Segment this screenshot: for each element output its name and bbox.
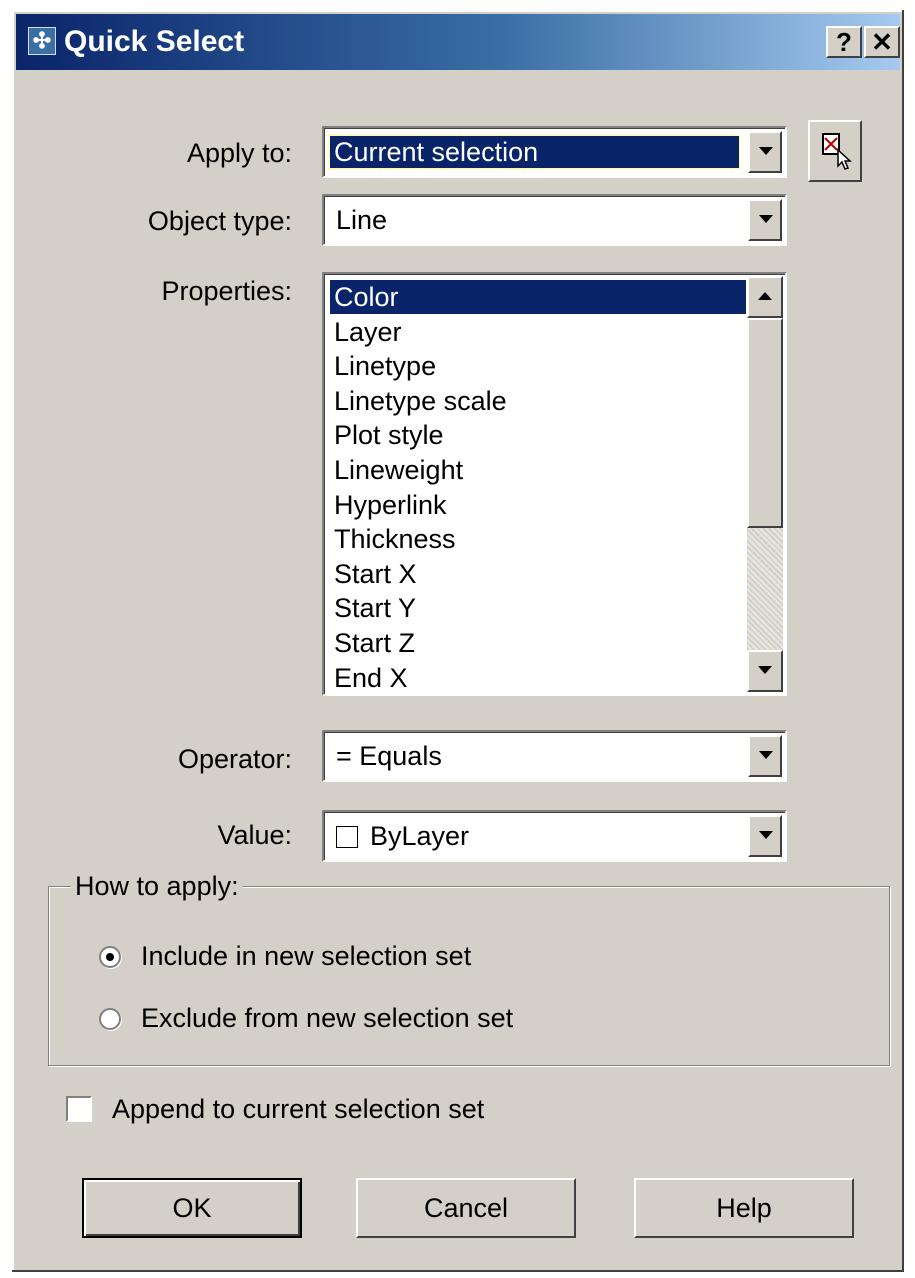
include-radio-label[interactable]: Include in new selection set — [141, 941, 471, 972]
scroll-down-button[interactable] — [747, 650, 783, 692]
quick-select-dialog: ✣ Quick Select ? ✕ Apply to: Current sel… — [12, 10, 904, 1272]
value-field: ByLayer — [332, 820, 473, 852]
how-to-apply-group: How to apply: Include in new selection s… — [48, 871, 890, 1066]
close-button[interactable]: ✕ — [864, 26, 900, 58]
object-type-label: Object type: — [147, 206, 292, 236]
property-list-item[interactable]: Lineweight — [330, 453, 746, 487]
cancel-button[interactable]: Cancel — [356, 1178, 576, 1238]
chevron-down-icon — [758, 666, 772, 674]
radio-selected-dot — [106, 953, 114, 961]
property-list-item[interactable]: Layer — [330, 315, 746, 349]
how-to-apply-legend: How to apply: — [71, 871, 243, 902]
operator-label: Operator: — [177, 744, 292, 774]
scroll-up-button[interactable] — [747, 276, 783, 318]
select-objects-button[interactable] — [808, 120, 862, 182]
properties-label: Properties: — [161, 276, 292, 306]
object-type-value: Line — [336, 205, 388, 235]
property-list-item[interactable]: Plot style — [330, 418, 746, 452]
property-list-item[interactable]: End X — [330, 661, 746, 694]
apply-to-dropdown[interactable]: Current selection — [322, 126, 787, 178]
window-title: Quick Select — [64, 25, 245, 58]
append-checkbox-label[interactable]: Append to current selection set — [112, 1094, 484, 1125]
object-type-dropdown[interactable]: Line — [322, 194, 787, 246]
apply-to-value: Current selection — [329, 135, 740, 169]
chevron-down-icon — [759, 147, 773, 155]
context-help-button[interactable]: ? — [826, 26, 862, 58]
app-icon: ✣ — [28, 27, 56, 55]
apply-to-dropdown-button[interactable] — [748, 131, 782, 173]
property-list-item[interactable]: Color — [330, 280, 746, 314]
property-list-item[interactable]: Start Z — [330, 626, 746, 660]
operator-dropdown-button[interactable] — [748, 735, 782, 777]
properties-scrollbar[interactable] — [747, 276, 783, 692]
operator-value: = Equals — [336, 741, 442, 771]
property-list-item[interactable]: Thickness — [330, 522, 746, 556]
property-list-item[interactable]: Start Y — [330, 591, 746, 625]
chevron-down-icon — [759, 215, 773, 223]
chevron-up-icon — [758, 292, 772, 300]
apply-to-label: Apply to: — [186, 138, 292, 168]
append-checkbox[interactable] — [66, 1096, 92, 1122]
help-button[interactable]: Help — [634, 1178, 854, 1238]
color-swatch-icon — [336, 826, 358, 848]
property-list-item[interactable]: Linetype scale — [330, 384, 746, 418]
property-list-item[interactable]: Linetype — [330, 349, 746, 383]
properties-list[interactable]: Color Layer Linetype Linetype scale Plot sty… — [322, 272, 787, 696]
title-bar[interactable]: ✣ Quick Select ? ✕ — [16, 14, 900, 70]
exclude-radio-label[interactable]: Exclude from new selection set — [141, 1003, 513, 1034]
value-text: ByLayer — [370, 821, 470, 851]
value-dropdown[interactable]: ByLayer — [322, 810, 787, 862]
chevron-down-icon — [759, 831, 773, 839]
exclude-radio[interactable] — [99, 1008, 121, 1030]
chevron-down-icon — [759, 751, 773, 759]
property-list-item[interactable]: Hyperlink — [330, 488, 746, 522]
scroll-thumb[interactable] — [747, 318, 783, 528]
value-dropdown-button[interactable] — [748, 815, 782, 857]
object-type-dropdown-button[interactable] — [748, 199, 782, 241]
select-objects-icon — [822, 133, 852, 170]
operator-dropdown[interactable]: = Equals — [322, 730, 787, 782]
ok-button[interactable]: OK — [82, 1178, 302, 1238]
property-list-item[interactable]: Start X — [330, 557, 746, 591]
include-radio[interactable] — [99, 946, 121, 968]
value-label: Value: — [217, 820, 292, 850]
